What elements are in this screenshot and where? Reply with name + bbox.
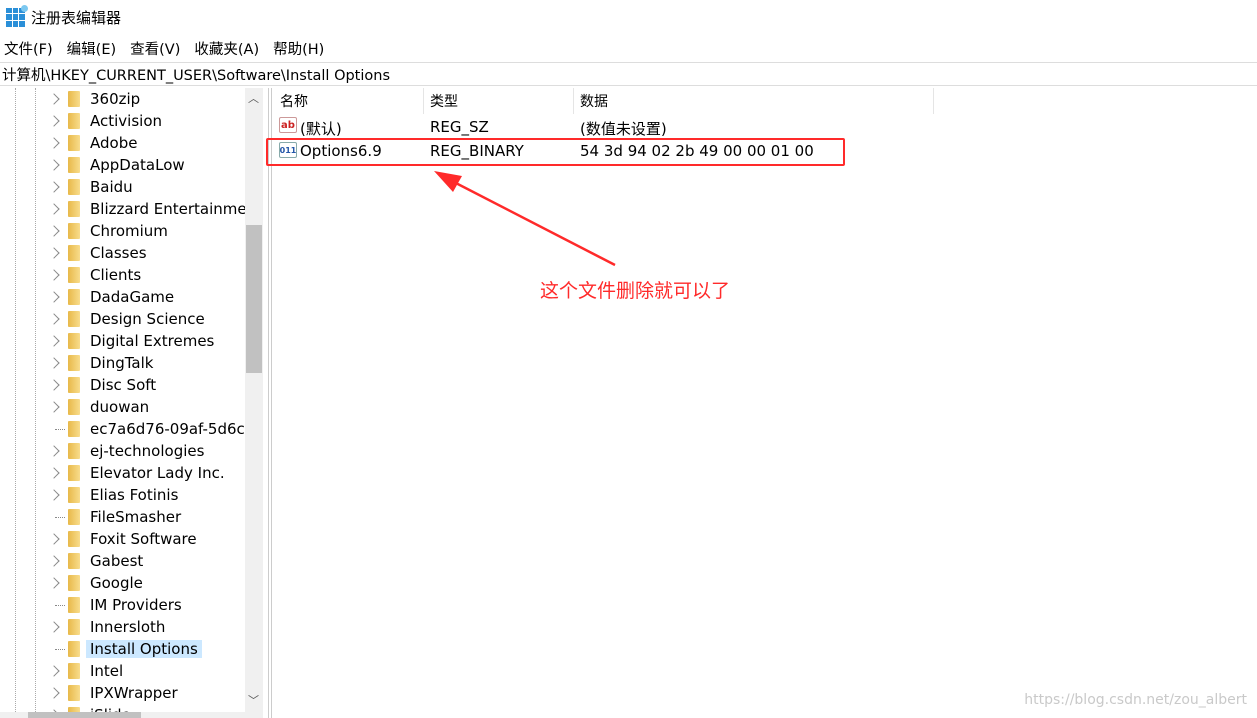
annotation-arrow	[434, 171, 616, 267]
watermark: https://blog.csdn.net/zou_albert	[1024, 692, 1247, 708]
annotation-text: 这个文件删除就可以了	[540, 280, 731, 302]
